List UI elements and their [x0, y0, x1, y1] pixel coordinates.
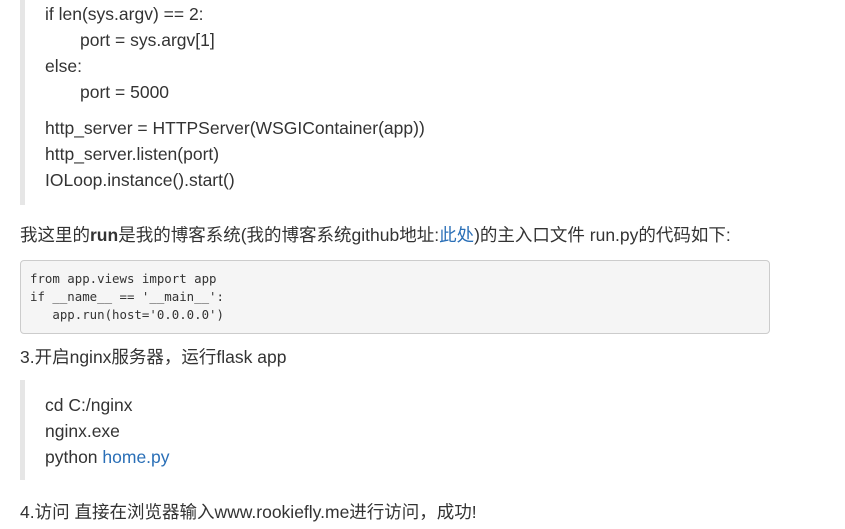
- paragraph-text: 是我的博客系统(我的博客系统github地址:: [118, 225, 440, 245]
- code-quote-nginx: cd C:/nginx nginx.exe python home.py: [20, 380, 420, 480]
- code-line: from app.views import app: [30, 271, 217, 286]
- step-3-heading: 3.开启nginx服务器，运行flask app: [20, 347, 287, 367]
- quote-line-python: python home.py: [45, 444, 170, 470]
- quote-line: cd C:/nginx: [45, 395, 133, 415]
- quote-line: port = 5000: [80, 82, 170, 102]
- quote-line: IOLoop.instance().start(): [45, 170, 235, 190]
- quote-line: port = sys.argv[1]: [80, 30, 215, 50]
- quote-line: http_server = HTTPServer(WSGIContainer(a…: [45, 118, 425, 138]
- paragraph-text: )的主入口文件 run.py的代码如下:: [474, 225, 731, 245]
- run-bold-text: run: [90, 225, 119, 245]
- run-description-paragraph: 我这里的run是我的博客系统(我的博客系统github地址:此处)的主入口文件 …: [20, 223, 731, 247]
- python-command-text: python: [45, 447, 103, 467]
- code-line: app.run(host='0.0.0.0'): [30, 307, 224, 322]
- quote-line: if len(sys.argv) == 2:: [45, 4, 204, 24]
- run-py-code-block: from app.views import app if __name__ ==…: [20, 260, 770, 334]
- step-4-heading: 4.访问 直接在浏览器输入www.rookiefly.me进行访问，成功!: [20, 502, 477, 522]
- code-line: if __name__ == '__main__':: [30, 289, 224, 304]
- paragraph-text: 我这里的: [20, 225, 90, 245]
- quote-line: else:: [45, 56, 82, 76]
- github-link[interactable]: 此处: [439, 225, 474, 245]
- code-quote-server: if len(sys.argv) == 2: port = sys.argv[1…: [20, 0, 425, 205]
- quote-line: nginx.exe: [45, 421, 120, 441]
- home-py-link[interactable]: home.py: [102, 447, 169, 467]
- quote-line: http_server.listen(port): [45, 144, 220, 164]
